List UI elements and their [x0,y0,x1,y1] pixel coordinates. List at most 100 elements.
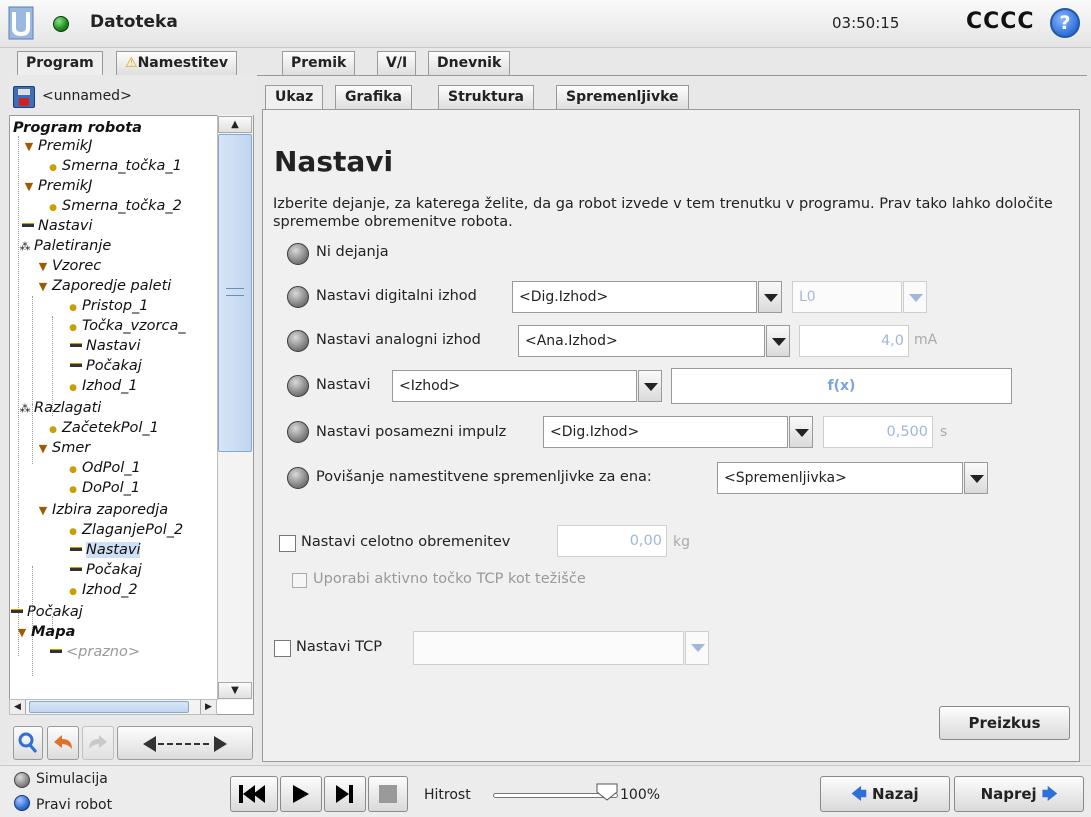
tab-spremenljivke[interactable]: Spremenljivke [556,85,689,109]
tree-node[interactable]: ● OdPol_1 [66,458,141,478]
file-menu-status-icon[interactable] [53,16,69,32]
tree-node[interactable]: Nastavi [70,336,140,356]
help-button[interactable]: ? [1050,8,1080,38]
radio-digital-output[interactable] [287,286,309,308]
variable-dropdown-icon[interactable] [964,462,988,494]
tab-grafika[interactable]: Grafika [335,85,412,109]
set-icon [22,222,34,227]
tree-node[interactable]: ▼ PremikJ [22,176,93,196]
move-node-button[interactable] [117,726,253,760]
redo-icon [89,735,107,749]
digital-value-dropdown-icon[interactable] [903,281,927,313]
analog-value-field[interactable]: 4,0 [799,325,909,357]
robot-name: CCCC [966,9,1035,34]
tree-node-selected[interactable]: Nastavi [70,540,141,560]
hscrollbar-thumb[interactable] [29,701,189,713]
tree-node[interactable]: ● Izhod_2 [66,580,138,600]
rewind-button[interactable] [230,776,278,812]
arrow-right-icon: 🡆 [1041,785,1058,803]
step-button[interactable] [324,776,366,812]
radio-increment-variable[interactable] [287,467,309,489]
undo-button[interactable] [47,726,79,760]
play-icon [293,785,309,803]
file-menu-button[interactable]: Datoteka [90,12,178,32]
tree-node[interactable]: ⁂ Paletiranje [18,236,112,256]
payload-unit: kg [673,534,690,550]
pulse-output-select[interactable]: <Dig.Izhod> [543,416,788,448]
scroll-left-icon[interactable]: ◀ [10,700,26,714]
tab-struktura[interactable]: Struktura [438,85,534,109]
scroll-down-icon[interactable]: ▼ [218,682,252,699]
tcp-dropdown-icon[interactable] [685,631,709,665]
search-button[interactable] [13,726,43,760]
radio-single-pulse[interactable] [287,421,309,443]
back-button[interactable]: 🡄 Nazaj [820,776,950,812]
radio-set-expression[interactable] [287,375,309,397]
tcp-cog-checkbox[interactable] [292,573,307,588]
tree-node[interactable]: ● Izhod_1 [66,376,138,396]
tree-node[interactable]: ● ZačetekPol_1 [46,418,159,438]
speed-label: Hitrost [424,787,471,803]
tree-node[interactable]: ● DoPol_1 [66,478,140,498]
radio-analog-output[interactable] [287,330,309,352]
real-robot-radio[interactable] [14,795,30,811]
tree-node[interactable]: Počakaj [70,356,142,376]
waypoint-icon: ● [69,303,77,313]
tree-node[interactable]: ▼ PremikJ [22,136,93,156]
test-button[interactable]: Preizkus [939,706,1070,740]
waypoint-icon: ● [69,527,77,537]
tree-node[interactable]: Nastavi [22,216,92,236]
step-icon [336,785,353,803]
radio-no-action[interactable] [287,243,309,265]
tree-node[interactable]: ⁂ Razlagati [18,398,102,418]
tree-node[interactable]: ● Smerna_točka_1 [46,156,182,176]
pulse-duration-field[interactable]: 0,500 [823,416,933,448]
tcp-select[interactable] [413,631,684,665]
payload-label: Nastavi celotno obremenitev [301,534,511,550]
tree-node[interactable]: ● ZlaganjePol_2 [66,520,183,540]
tree-node[interactable]: ▼ Zaporedje paleti [36,276,172,296]
stop-button[interactable] [368,776,408,812]
tree-node[interactable]: ● Točka_vzorca_ [66,316,186,336]
tab-program[interactable]: Program [17,51,103,76]
waypoint-icon: ● [49,203,57,213]
simulation-radio[interactable] [14,772,30,788]
tab-namestitev[interactable]: ⚠Namestitev [116,51,237,75]
output-dropdown-icon[interactable] [638,370,662,402]
payload-checkbox[interactable] [279,535,296,552]
tree-node[interactable]: Počakaj [70,560,142,580]
tab-ukaz[interactable]: Ukaz [265,85,324,110]
analog-output-dropdown-icon[interactable] [766,325,790,357]
scroll-up-icon[interactable]: ▲ [218,116,252,133]
tree-node[interactable]: ▼ Vzorec [36,256,102,276]
output-select[interactable]: <Izhod> [392,370,637,402]
tree-node-folder[interactable]: ▼ Mapa [15,622,76,642]
play-button[interactable] [280,776,322,812]
tab-vi[interactable]: V/I [377,51,417,75]
expression-field[interactable]: f(x) [671,368,1012,404]
tree-node[interactable]: Počakaj [11,602,83,622]
save-program-icon[interactable] [13,86,35,108]
tree-node-empty[interactable]: <prazno> [50,642,140,662]
tree-node[interactable]: ● Smerna_točka_2 [46,196,182,216]
variable-select[interactable]: <Spremenljivka> [717,462,963,494]
speed-slider-thumb-icon[interactable] [595,782,619,802]
redo-button[interactable] [82,726,114,760]
payload-field[interactable]: 0,00 [557,525,667,557]
analog-output-select[interactable]: <Ana.Izhod> [518,325,765,357]
page-description: Izberite dejanje, za katerega želite, da… [273,196,1053,230]
scroll-right-icon[interactable]: ▶ [200,700,216,714]
next-button[interactable]: Naprej 🡆 [954,776,1084,812]
tree-node-program[interactable]: Program robota [13,118,142,138]
tab-premik[interactable]: Premik [282,51,356,75]
tab-dnevnik[interactable]: Dnevnik [428,51,511,75]
tree-node[interactable]: ● Pristop_1 [66,296,148,316]
digital-output-dropdown-icon[interactable] [758,281,782,313]
triangle-icon: ▼ [38,260,48,273]
tree-node[interactable]: ▼ Smer [36,438,90,458]
pulse-output-dropdown-icon[interactable] [789,416,813,448]
tree-node[interactable]: ▼ Izbira zaporedja [36,500,168,520]
digital-value-select[interactable]: L0 [792,281,902,313]
set-tcp-checkbox[interactable] [274,640,291,657]
digital-output-select[interactable]: <Dig.Izhod> [512,281,757,313]
